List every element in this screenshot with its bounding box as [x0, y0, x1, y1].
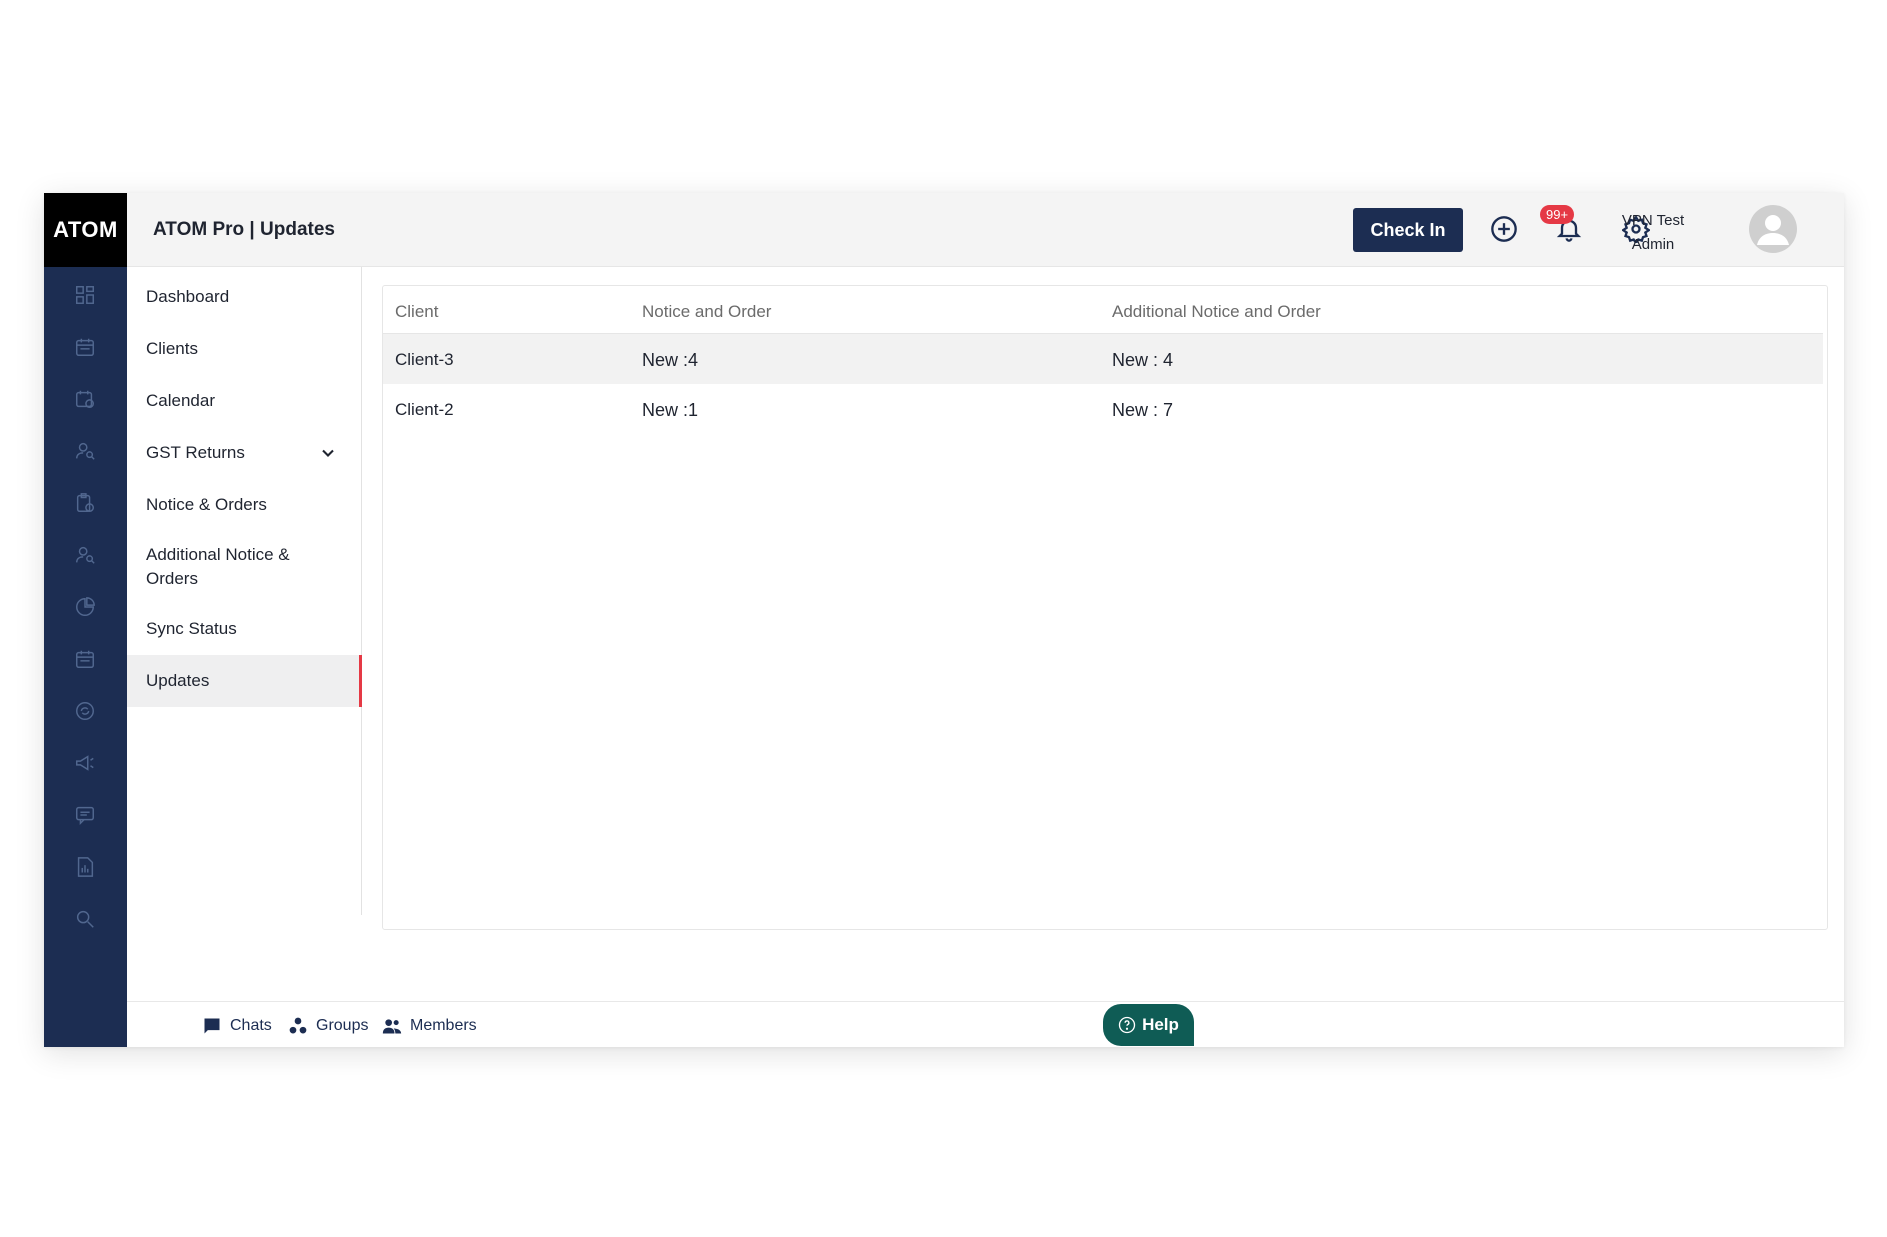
sidebar-item-calendar[interactable]: Calendar [127, 375, 362, 427]
column-header-notice[interactable]: Notice and Order [642, 302, 771, 322]
sync-doc-icon[interactable] [69, 695, 101, 727]
sidebar-item-notice-orders[interactable]: Notice & Orders [127, 479, 362, 531]
groups-label: Groups [316, 1017, 369, 1034]
members-link[interactable]: Members [382, 1016, 477, 1036]
user-name: VPN Test [1621, 212, 1685, 229]
table-row[interactable]: Client-2 New :1 New : 7 [383, 384, 1823, 434]
members-label: Members [410, 1017, 477, 1034]
app-window: ATOM ATOM Pro | Updates Check In 99+ VPN… [44, 193, 1844, 1047]
sidebar-item-label: Additional Notice & Orders [146, 545, 290, 588]
updates-table-card: Client Notice and Order Additional Notic… [382, 285, 1828, 930]
cell-notice: New :1 [642, 400, 699, 420]
calendar-clock-icon[interactable] [69, 383, 101, 415]
help-button[interactable]: Help [1103, 1004, 1194, 1046]
sidebar-item-additional-notice-orders[interactable]: Additional Notice & Orders [127, 531, 362, 603]
user-search-icon[interactable] [69, 539, 101, 571]
add-circle-icon[interactable] [1488, 213, 1520, 245]
table-header: Client Notice and Order Additional Notic… [383, 286, 1823, 334]
atom-logo[interactable]: ATOM [44, 193, 127, 267]
sidebar-item-dashboard[interactable]: Dashboard [127, 271, 362, 323]
report-icon[interactable] [69, 851, 101, 883]
user-info[interactable]: VPN Test Admin [1607, 209, 1699, 257]
pie-chart-icon[interactable] [69, 591, 101, 623]
chats-label: Chats [230, 1017, 272, 1034]
chats-link[interactable]: Chats [202, 1016, 272, 1036]
cell-client: Client-3 [395, 350, 454, 369]
left-icon-rail: ATOM [44, 193, 127, 1047]
sidebar-item-label: GST Returns [146, 443, 245, 462]
notification-badge: 99+ [1540, 205, 1575, 224]
sidebar-item-sync-status[interactable]: Sync Status [127, 603, 362, 655]
groups-icon [289, 1017, 307, 1034]
sidebar-item-label: Sync Status [146, 619, 237, 638]
sidebar-nav: Dashboard Clients Calendar GST Returns N… [127, 267, 362, 915]
sidebar-item-label: Updates [146, 671, 210, 690]
chat-icon[interactable] [69, 799, 101, 831]
sidebar-item-updates[interactable]: Updates [127, 655, 362, 707]
sidebar-item-clients[interactable]: Clients [127, 323, 362, 375]
sidebar-item-gst-returns[interactable]: GST Returns [127, 427, 362, 479]
megaphone-icon[interactable] [69, 747, 101, 779]
groups-link[interactable]: Groups [288, 1016, 368, 1036]
sidebar-item-label: Calendar [146, 391, 215, 410]
column-header-additional[interactable]: Additional Notice and Order [1112, 302, 1321, 322]
search-icon[interactable] [69, 903, 101, 935]
clipboard-check-icon[interactable] [69, 487, 101, 519]
logo-text: ATOM [53, 217, 118, 242]
sidebar-item-label: Dashboard [146, 287, 230, 306]
check-in-button[interactable]: Check In [1353, 208, 1463, 252]
cell-additional: New : 4 [1112, 350, 1174, 370]
column-header-client[interactable]: Client [395, 302, 438, 322]
user-role: Admin [1631, 236, 1675, 253]
dashboard-icon[interactable] [69, 279, 101, 311]
avatar[interactable] [1749, 205, 1797, 253]
page-title: ATOM Pro | Updates [153, 219, 335, 240]
members-icon [382, 1019, 402, 1034]
sidebar-item-label: Clients [146, 339, 198, 358]
cell-notice: New :4 [642, 350, 699, 370]
sidebar-item-label: Notice & Orders [146, 495, 267, 514]
calendar-list-icon[interactable] [69, 331, 101, 363]
help-label: Help [1142, 1015, 1179, 1034]
avatar-icon [1757, 215, 1789, 245]
cell-additional: New : 7 [1112, 400, 1174, 420]
chat-icon [204, 1018, 220, 1034]
cell-client: Client-2 [395, 400, 454, 419]
top-header: ATOM Pro | Updates Check In 99+ VPN Test… [127, 193, 1844, 267]
user-search-icon[interactable] [69, 435, 101, 467]
help-icon [1118, 1016, 1136, 1034]
chevron-down-icon[interactable] [318, 443, 338, 463]
footer-bar: Chats Groups Members Help [127, 1001, 1844, 1047]
calendar-list-icon[interactable] [69, 643, 101, 675]
table-row[interactable]: Client-3 New :4 New : 4 [383, 334, 1823, 384]
